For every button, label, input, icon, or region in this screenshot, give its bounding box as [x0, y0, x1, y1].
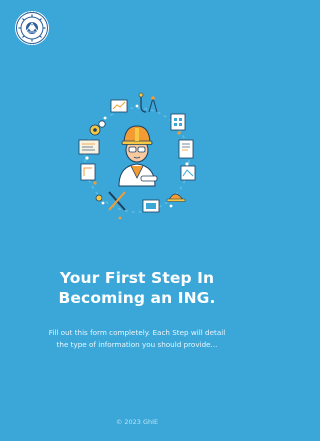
engineer-illustration-icon [78, 92, 196, 220]
footer-copyright: © 2023 GhIE [115, 418, 159, 426]
onboarding-screen: Your First Step In Becoming an ING. Fill… [0, 0, 274, 441]
hero-subtitle-line-1: Fill out this form completely. Each Step… [48, 328, 226, 337]
hero-title-line-2: Becoming an ING. [58, 289, 216, 307]
hero-title-line-1: Your First Step In [59, 269, 215, 287]
logo-seal-icon [15, 11, 49, 45]
hero-subtitle: Fill out this form completely. Each Step… [18, 327, 256, 351]
hero-title: Your First Step In Becoming an ING. [0, 268, 274, 308]
hero-subtitle-line-2: the type of information you should provi… [56, 340, 218, 349]
